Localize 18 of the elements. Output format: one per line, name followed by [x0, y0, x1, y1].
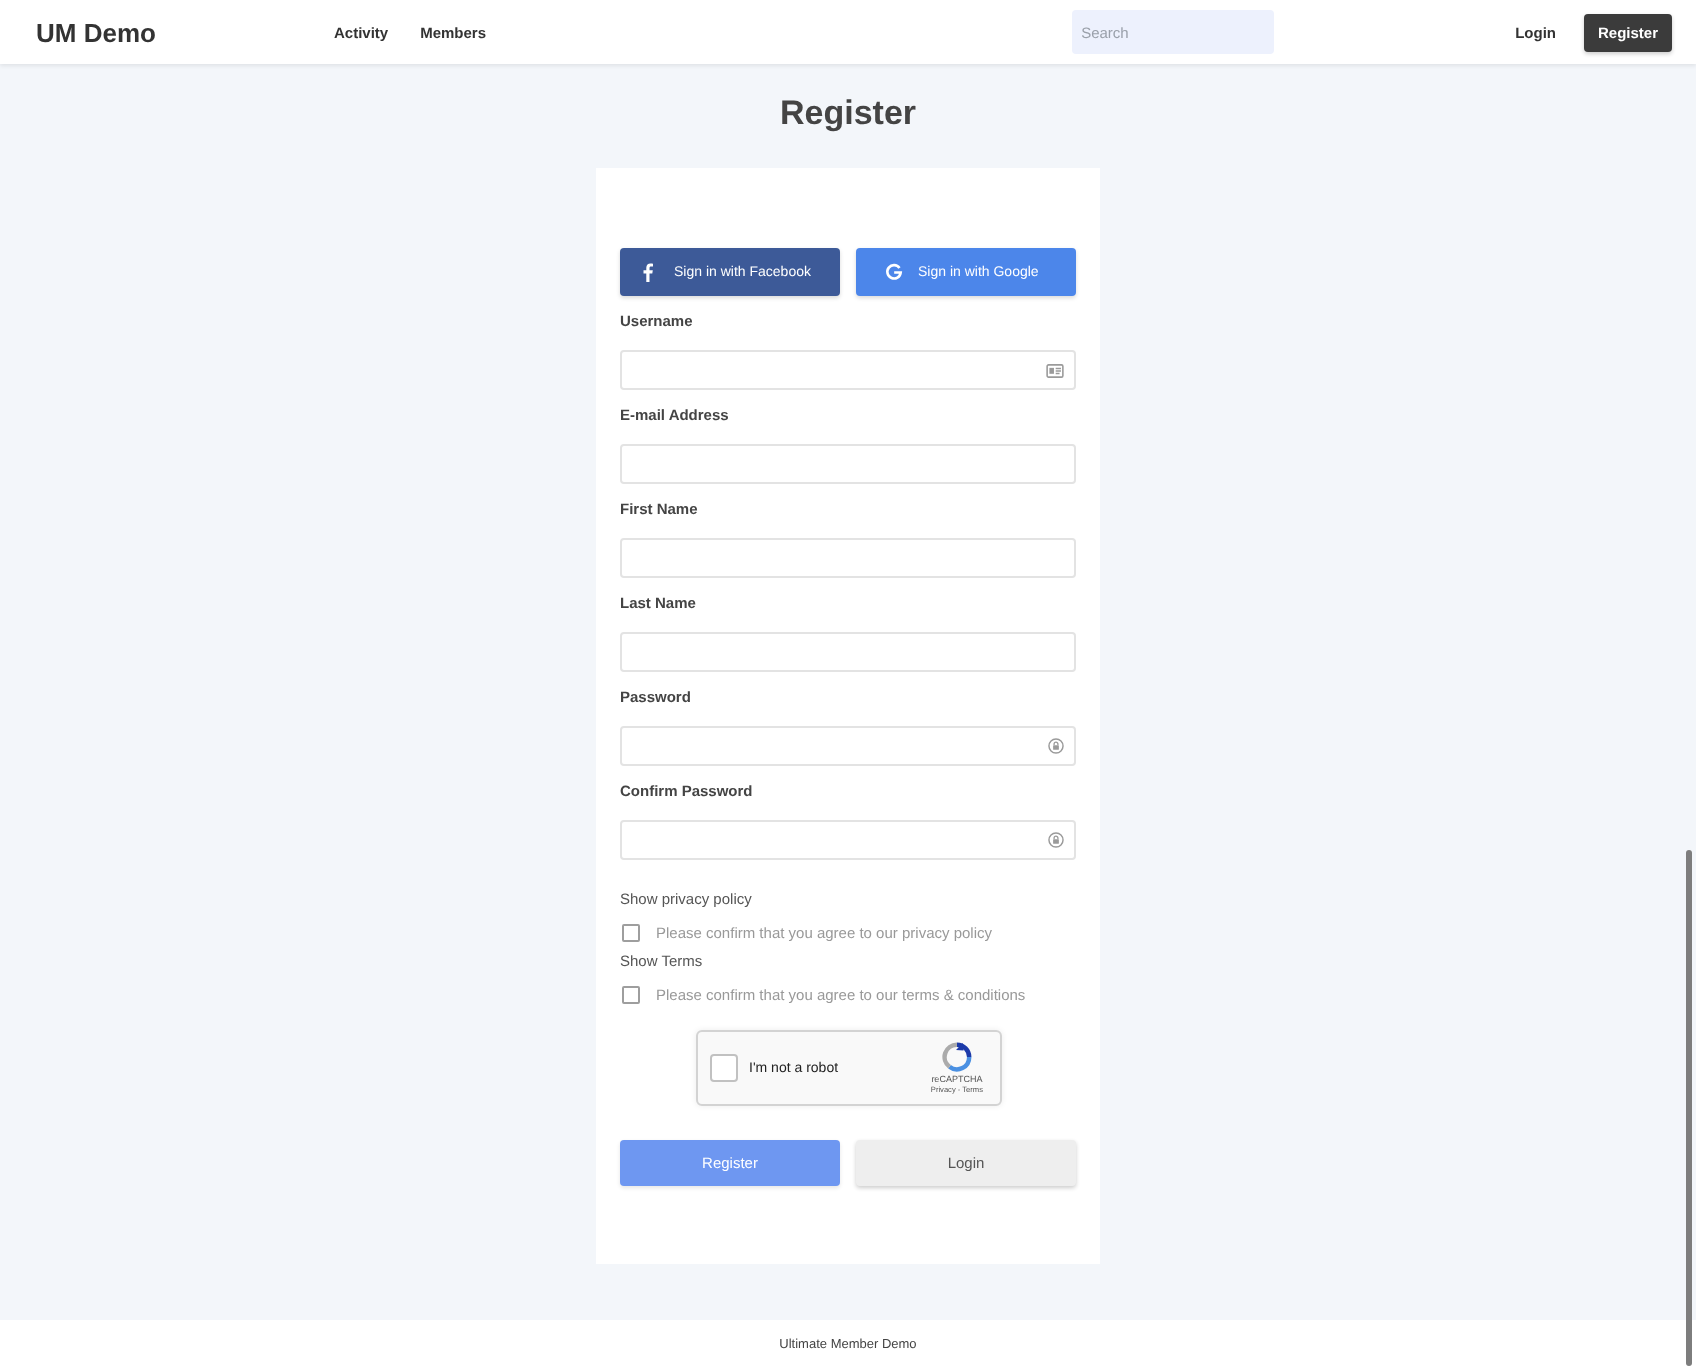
lock-icon	[1048, 832, 1064, 848]
text-field[interactable]	[620, 350, 1076, 390]
facebook-logo-icon	[642, 262, 654, 282]
text-field[interactable]	[620, 444, 1076, 484]
password-field[interactable]	[620, 726, 1076, 766]
google-logo-icon	[884, 262, 904, 282]
page-title: Register	[779, 92, 917, 136]
id-card-icon	[1046, 363, 1064, 377]
recaptcha-logo-icon	[941, 1041, 972, 1071]
password-field[interactable]	[620, 820, 1076, 860]
text-field[interactable]	[620, 632, 1076, 672]
site-logo[interactable]: UM Demo	[36, 17, 334, 47]
scrollbar-thumb[interactable]	[1686, 850, 1692, 1366]
captcha-checkbox[interactable]	[709, 1054, 737, 1082]
checkbox[interactable]	[622, 923, 640, 941]
text-field[interactable]	[620, 538, 1076, 578]
checkbox[interactable]	[622, 985, 640, 1003]
lock-icon	[1048, 738, 1064, 754]
